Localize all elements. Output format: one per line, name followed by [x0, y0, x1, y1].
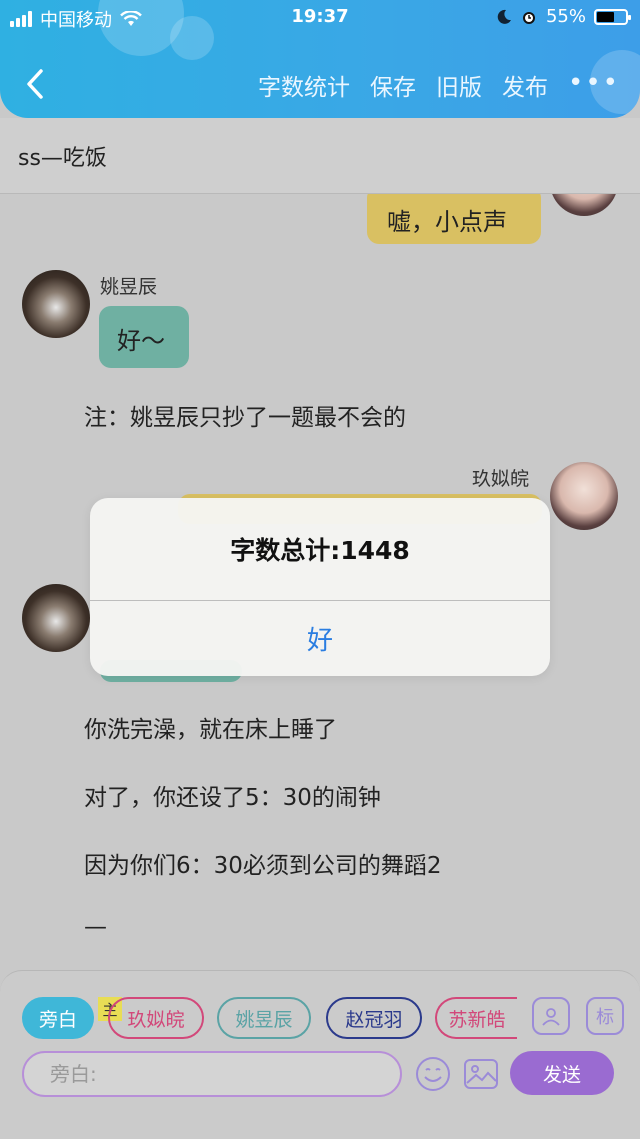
- alert-ok-button[interactable]: 好: [90, 601, 550, 676]
- word-count-alert: 字数总计:1448 好: [90, 498, 550, 676]
- alert-overlay: 字数总计:1448 好: [0, 0, 640, 1139]
- alert-message: 字数总计:1448: [230, 536, 410, 565]
